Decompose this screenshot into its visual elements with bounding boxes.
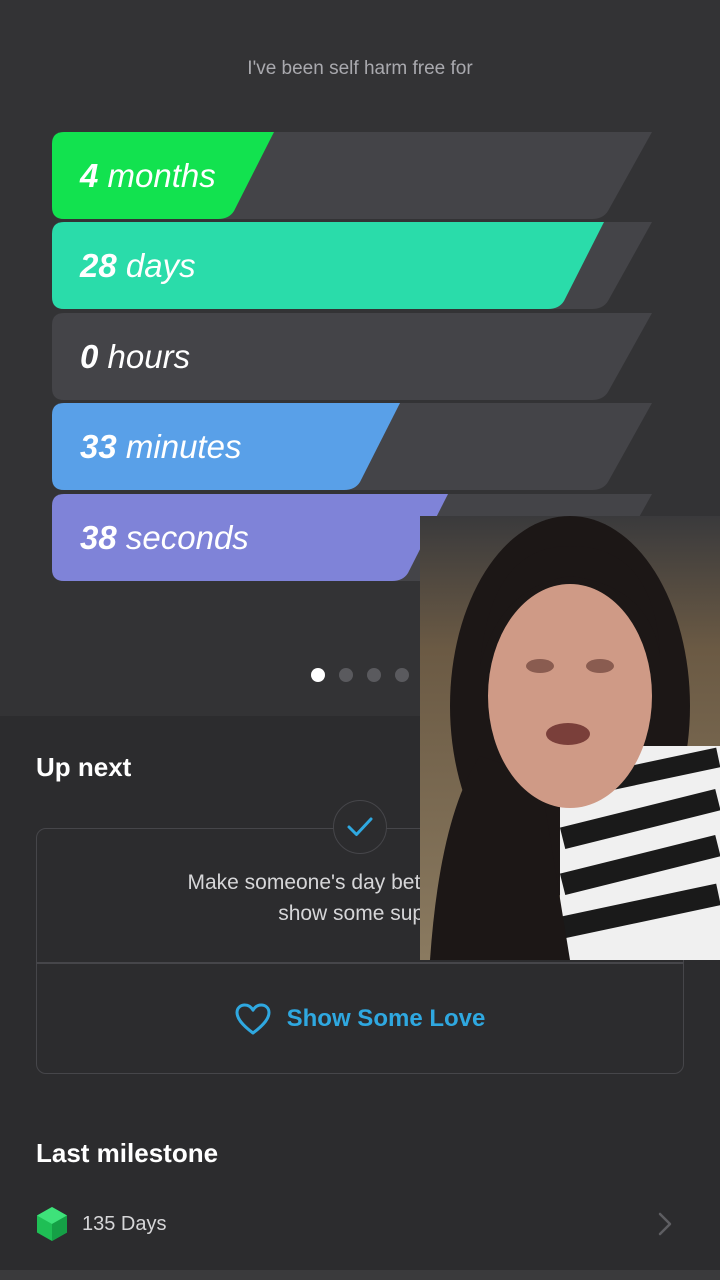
webcam-person-image (420, 516, 720, 960)
show-some-love-button[interactable]: Show Some Love (37, 964, 683, 1074)
check-badge (333, 800, 387, 854)
last-milestone-row[interactable]: 135 Days (36, 1204, 684, 1244)
milestone-label: 135 Days (82, 1212, 167, 1235)
gem-icon (37, 1207, 67, 1241)
counter-hours: 0 hours (52, 313, 652, 400)
checkmark-icon (347, 817, 373, 836)
page-dot[interactable] (339, 668, 353, 682)
counter-seconds-label: 38 seconds (80, 519, 249, 556)
counter-days: 28 days (52, 222, 652, 309)
last-milestone-heading: Last milestone (36, 1138, 219, 1168)
page-dot[interactable] (311, 668, 325, 682)
heart-icon (235, 1003, 271, 1035)
page-dot[interactable] (395, 668, 409, 682)
page-indicator[interactable] (311, 668, 409, 682)
counter-days-label: 28 days (80, 247, 196, 284)
tab-bar-edge (0, 1270, 720, 1280)
counter-minutes: 33 minutes (52, 403, 652, 490)
page-dot[interactable] (367, 668, 381, 682)
counter-hours-label: 0 hours (80, 338, 191, 375)
page-title: I've been self harm free for (247, 58, 473, 79)
camera-overlay[interactable] (420, 516, 720, 960)
counter-months: 4 months (52, 132, 652, 219)
up-next-heading: Up next (36, 752, 132, 782)
counter-minutes-label: 33 minutes (80, 428, 242, 465)
chevron-right-icon (658, 1212, 672, 1236)
show-some-love-label: Show Some Love (286, 1005, 486, 1032)
counter-months-label: 4 months (80, 157, 216, 194)
